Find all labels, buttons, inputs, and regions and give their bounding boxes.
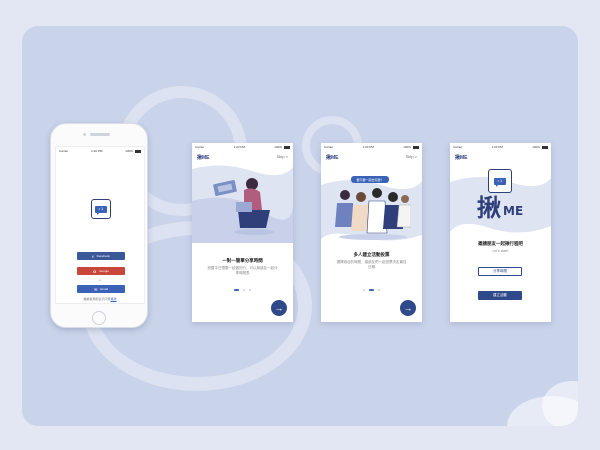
carrier-label: Carrier [59,149,69,153]
home-button[interactable] [92,311,106,325]
google-icon: G [93,268,97,274]
app-logo-icon: • 1 [91,199,111,219]
battery-icon [134,149,141,153]
email-login-button[interactable]: ✉ Email [77,285,125,293]
arrow-right-icon: → [274,302,284,313]
onboarding-desc: 設置平日想要一起做的行，可以與朋友一起分享時間表 [207,266,278,275]
status-bar: Carrier 1:20 PM 100% [321,143,422,151]
app-mark: 揪ME [455,155,468,161]
decor-cloud [542,381,578,426]
brand-logo: 揪 ME [477,196,523,220]
facebook-label: Facebook [96,254,110,258]
terms-text: 繼續使用即表示同意條款 [83,297,117,301]
person-laptop-illustration [213,178,274,235]
battery-icon [283,145,290,149]
chat-bubble-icon: • 1 [494,177,506,187]
app-mark: 揪ME [326,155,339,161]
brand-logo-glyph: 揪 [477,193,501,222]
lets-start-text: Let's start! [492,249,509,253]
google-login-button[interactable]: G Google [77,267,125,275]
google-label: Google [99,269,109,273]
terms-link[interactable]: 條款 [111,297,117,301]
mail-icon: ✉ [94,286,98,292]
status-bar: Carrier 1:20 PM 100% [450,143,551,151]
page-dot [243,289,245,291]
email-label: Email [100,287,108,291]
suggestion-tooltip: 要不要一起去玩耍？ [351,176,389,183]
time-label: 1:20 PM [91,149,103,153]
onboarding-caption: 一對一簡單分享時間 [222,258,263,263]
chat-bubble-icon: • 1 [95,205,107,215]
battery-icon [412,145,419,149]
app-mark: 揪ME [197,155,210,161]
app-logo-icon: • 1 [488,169,512,193]
onboarding-screen-1: Carrier 1:20 PM 100% 揪ME Skip > 一對一簡單分享時… [192,143,293,322]
or-divider: or [98,278,102,282]
page-dot [378,289,380,291]
skip-button[interactable]: Skip > [277,154,288,159]
share-time-button[interactable]: 分享時間 [478,267,522,276]
battery-icon [541,145,548,149]
status-bar: Carrier 1:20 PM 100% [192,143,293,151]
speaker [90,133,110,136]
page-dot-active [369,289,374,291]
page-indicator [192,289,293,291]
camera [83,133,86,136]
group-friends-illustration [335,188,411,240]
arrow-right-icon: → [403,302,413,313]
onboarding-tagline: 邀請朋友一起揪行程吧 [478,241,523,246]
phone-mockup: Carrier 1:20 PM 100% • 1 f Facebook G Go… [50,123,148,328]
facebook-icon: f [92,253,94,259]
onboarding-screen-2: Carrier 1:20 PM 100% 揪ME Skip > 要不要一起去玩耍… [321,143,422,322]
onboarding-caption: 多人建立活動投票 [353,252,390,257]
onboarding-desc: 選擇適合的時間，讓朋友們一起投票決定最佳日期 [336,260,407,269]
onboarding-screen-3: Carrier 1:20 PM 100% 揪ME • 1 邀請朋友一起揪行程吧 … [450,143,551,322]
facebook-login-button[interactable]: f Facebook [77,252,125,260]
page-dot [249,289,251,291]
brand-logo-me: ME [503,204,524,218]
page-indicator [321,289,422,291]
login-screen: Carrier 1:20 PM 100% • 1 f Facebook G Go… [55,146,145,304]
create-event-button[interactable]: 建立活動 [478,291,522,300]
status-bar: Carrier 1:20 PM 100% [56,147,144,155]
skip-button[interactable]: Skip > [406,154,417,159]
page-dot-active [234,289,239,291]
next-arrow-button[interactable]: → [400,300,416,316]
battery-label: 100% [125,149,133,153]
page-dot [363,289,365,291]
next-arrow-button[interactable]: → [271,300,287,316]
